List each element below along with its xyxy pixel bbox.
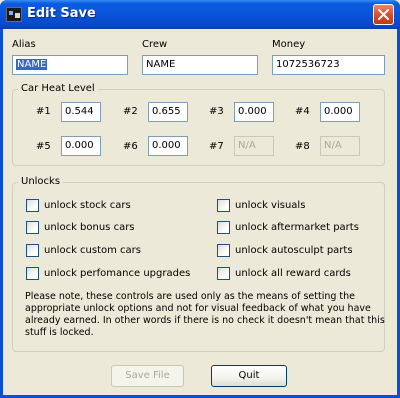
heat-3-label: #3 [209, 106, 224, 117]
unlock-reward-cards-checkbox[interactable] [217, 267, 230, 280]
heat-8-label: #8 [295, 141, 310, 152]
close-icon [378, 9, 389, 20]
edit-save-window: Edit Save Alias NAME Crew NAME Money 107… [0, 0, 400, 398]
unlocks-title: Unlocks [18, 176, 64, 188]
heat-4-label: #4 [295, 106, 310, 117]
close-button[interactable] [373, 4, 394, 25]
heat-1-label: #1 [36, 106, 51, 117]
unlock-custom-cars-checkbox[interactable] [26, 244, 39, 257]
heat-2-label: #2 [123, 106, 138, 117]
unlock-performance-upgrades-checkbox[interactable] [26, 267, 39, 280]
unlock-autosculpt-parts-label[interactable]: unlock autosculpt parts [235, 244, 353, 257]
unlocks-note: Please note, these controls are used onl… [25, 291, 385, 338]
unlock-aftermarket-parts-checkbox[interactable] [217, 221, 230, 234]
unlock-bonus-cars-label[interactable]: unlock bonus cars [44, 221, 135, 234]
unlock-aftermarket-parts-label[interactable]: unlock aftermarket parts [235, 221, 359, 234]
unlock-visuals-checkbox[interactable] [217, 199, 230, 212]
alias-field[interactable]: NAME [12, 55, 128, 75]
heat-7-label: #7 [209, 141, 224, 152]
heat-6-label: #6 [123, 141, 138, 152]
crew-field[interactable]: NAME [142, 55, 258, 75]
nfs-app-icon [6, 7, 22, 22]
title-bar[interactable]: Edit Save [0, 0, 400, 29]
heat-3-field[interactable]: 0.000 [234, 102, 274, 122]
heat-1-field[interactable]: 0.544 [61, 102, 101, 122]
unlock-stock-cars-label[interactable]: unlock stock cars [44, 199, 131, 212]
money-field[interactable]: 1072536723 [272, 55, 385, 75]
quit-button[interactable]: Quit [211, 365, 287, 387]
heat-7-field: N/A [234, 136, 274, 156]
unlock-reward-cards-label[interactable]: unlock all reward cards [235, 267, 351, 280]
unlock-bonus-cars-checkbox[interactable] [26, 221, 39, 234]
crew-label: Crew [142, 39, 168, 50]
alias-label: Alias [12, 39, 36, 50]
car-heat-title: Car Heat Level [18, 83, 98, 95]
heat-4-field[interactable]: 0.000 [320, 102, 360, 122]
dialog-body: Alias NAME Crew NAME Money 1072536723 Ca… [3, 29, 397, 395]
money-label: Money [272, 39, 306, 50]
heat-6-field[interactable]: 0.000 [148, 136, 188, 156]
unlock-autosculpt-parts-checkbox[interactable] [217, 244, 230, 257]
heat-5-label: #5 [36, 141, 51, 152]
window-title: Edit Save [27, 6, 96, 21]
alias-value: NAME [16, 59, 48, 70]
save-file-button[interactable]: Save File [111, 365, 184, 387]
unlock-custom-cars-label[interactable]: unlock custom cars [44, 244, 141, 257]
unlock-performance-upgrades-label[interactable]: unlock perfomance upgrades [44, 267, 190, 280]
unlock-visuals-label[interactable]: unlock visuals [235, 199, 305, 212]
heat-5-field[interactable]: 0.000 [61, 136, 101, 156]
unlock-stock-cars-checkbox[interactable] [26, 199, 39, 212]
heat-2-field[interactable]: 0.655 [148, 102, 188, 122]
heat-8-field: N/A [320, 136, 360, 156]
